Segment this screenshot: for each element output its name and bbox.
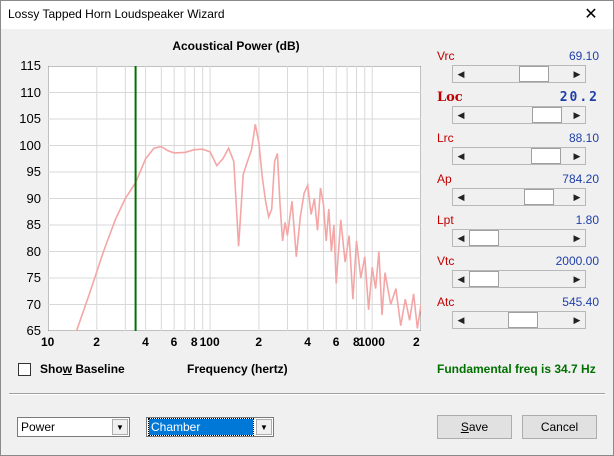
- cancel-button[interactable]: Cancel: [522, 415, 597, 439]
- slider-thumb[interactable]: [469, 271, 499, 287]
- x-tick-label: 6: [332, 335, 340, 349]
- arrow-right-icon[interactable]: ▶: [569, 189, 585, 205]
- arrow-right-icon[interactable]: ▶: [569, 271, 585, 287]
- arrow-left-icon[interactable]: ◀: [453, 230, 469, 246]
- vtc-slider[interactable]: ◀ ▶: [452, 270, 586, 288]
- title-bar: Lossy Tapped Horn Loudspeaker Wizard ✕: [1, 1, 613, 29]
- x-axis-label: Frequency (hertz): [187, 362, 288, 376]
- arrow-left-icon[interactable]: ◀: [453, 312, 469, 328]
- x-tick-label: 6: [170, 335, 178, 349]
- arrow-right-icon[interactable]: ▶: [569, 66, 585, 82]
- arrow-left-icon[interactable]: ◀: [453, 271, 469, 287]
- slider-thumb[interactable]: [524, 189, 554, 205]
- chamber-combo[interactable]: Chamber ▼: [146, 417, 274, 437]
- slider-thumb[interactable]: [531, 148, 561, 164]
- control-name: Lpt: [437, 213, 454, 227]
- control-atc: Atc 545.40 ◀ ▶: [437, 295, 599, 333]
- arrow-left-icon[interactable]: ◀: [453, 107, 469, 123]
- control-name: Ap: [437, 172, 452, 186]
- show-baseline-label-pre: Sho: [40, 362, 63, 376]
- show-baseline-checkbox[interactable]: [18, 363, 31, 376]
- control-vtc: Vtc 2000.00 ◀ ▶: [437, 254, 599, 292]
- y-tick-label: 65: [26, 323, 41, 338]
- save-label-post: ave: [468, 420, 489, 434]
- y-tick-label: 90: [26, 190, 41, 206]
- control-ap: Ap 784.20 ◀ ▶: [437, 172, 599, 210]
- power-combo[interactable]: Power ▼: [17, 417, 130, 437]
- slider-thumb[interactable]: [508, 312, 538, 328]
- control-name: Loc: [437, 90, 463, 105]
- show-baseline-label[interactable]: Show Baseline: [40, 362, 125, 376]
- chevron-down-icon[interactable]: ▼: [256, 419, 272, 435]
- ap-slider[interactable]: ◀ ▶: [452, 188, 586, 206]
- lpt-slider[interactable]: ◀ ▶: [452, 229, 586, 247]
- arrow-left-icon[interactable]: ◀: [453, 66, 469, 82]
- x-tick-label: 4: [304, 335, 311, 349]
- x-tick-label: 10: [41, 335, 55, 349]
- control-value: 69.10: [568, 49, 599, 63]
- client-area: Acoustical Power (dB) 115 110 105 100 95 90 85…: [1, 29, 613, 455]
- control-name: Vtc: [437, 254, 455, 268]
- chevron-down-icon[interactable]: ▼: [112, 419, 128, 435]
- y-tick-label: 80: [26, 243, 41, 259]
- arrow-right-icon[interactable]: ▶: [569, 312, 585, 328]
- separator: [9, 393, 605, 395]
- control-lpt: Lpt 1.80 ◀ ▶: [437, 213, 599, 251]
- save-button[interactable]: Save: [437, 415, 512, 439]
- x-tick-label: 2: [93, 335, 100, 349]
- control-value: 545.40: [562, 295, 599, 309]
- y-tick-label: 105: [19, 111, 41, 126]
- y-tick-label: 110: [20, 84, 41, 100]
- acoustic-power-chart: [48, 66, 421, 331]
- slider-thumb[interactable]: [519, 66, 549, 82]
- chart-title: Acoustical Power (dB): [172, 39, 300, 53]
- arrow-left-icon[interactable]: ◀: [453, 189, 469, 205]
- slider-thumb[interactable]: [469, 230, 499, 246]
- x-tick-label: 2: [255, 335, 263, 349]
- control-name: Vrc: [437, 49, 455, 63]
- arrow-right-icon[interactable]: ▶: [569, 230, 585, 246]
- vrc-slider[interactable]: ◀ ▶: [452, 65, 586, 83]
- wizard-window: Lossy Tapped Horn Loudspeaker Wizard ✕ A…: [0, 0, 614, 456]
- y-tick-label: 70: [26, 296, 41, 312]
- show-baseline-label-post: Baseline: [72, 362, 125, 376]
- close-button[interactable]: ✕: [569, 1, 613, 29]
- x-tick-label: 100: [199, 335, 220, 349]
- control-value: 1.80: [575, 213, 599, 227]
- y-tick-label: 95: [26, 164, 41, 179]
- control-name: Lrc: [437, 131, 454, 145]
- power-combo-value: Power: [21, 420, 56, 434]
- save-label-key: S: [460, 420, 469, 434]
- control-vrc: Vrc 69.10 ◀ ▶: [437, 49, 599, 87]
- window-title: Lossy Tapped Horn Loudspeaker Wizard: [8, 7, 225, 21]
- y-tick-label: 100: [19, 137, 41, 153]
- y-tick-label: 115: [20, 58, 41, 73]
- x-tick-label: 2: [413, 335, 420, 349]
- slider-thumb[interactable]: [532, 107, 562, 123]
- control-value: 784.20: [562, 172, 599, 186]
- x-tick-label: 1000: [358, 335, 385, 349]
- fundamental-frequency-text: Fundamental freq is 34.7 Hz: [437, 362, 596, 376]
- lrc-slider[interactable]: ◀ ▶: [452, 147, 586, 165]
- y-tick-label: 85: [26, 217, 41, 232]
- arrow-right-icon[interactable]: ▶: [569, 148, 585, 164]
- show-baseline-label-key: w: [62, 362, 73, 376]
- x-tick-label: 4: [142, 335, 149, 349]
- control-value: 20.2: [559, 90, 599, 105]
- control-value: 88.10: [568, 131, 599, 145]
- x-tick-label: 8: [190, 335, 198, 349]
- control-lrc: Lrc 88.10 ◀ ▶: [437, 131, 599, 169]
- control-value: 2000.00: [555, 254, 599, 268]
- chamber-combo-value: Chamber: [148, 418, 254, 436]
- control-loc: Loc 20.2 ◀ ▶: [437, 90, 599, 128]
- arrow-left-icon[interactable]: ◀: [453, 148, 469, 164]
- arrow-right-icon[interactable]: ▶: [569, 107, 585, 123]
- control-name: Atc: [437, 295, 455, 309]
- loc-slider[interactable]: ◀ ▶: [452, 106, 586, 124]
- y-tick-label: 75: [26, 270, 41, 285]
- atc-slider[interactable]: ◀ ▶: [452, 311, 586, 329]
